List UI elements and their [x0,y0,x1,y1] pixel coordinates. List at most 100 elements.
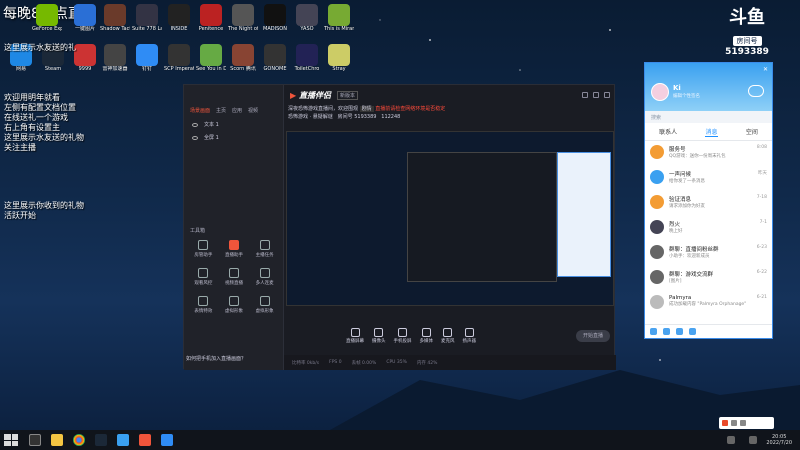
source-button[interactable]: 扬声器 [463,328,476,344]
stream-preview[interactable] [286,131,614,306]
menu-icon[interactable] [650,328,657,335]
scene-item[interactable]: 全屏 1 [184,131,283,144]
tab-scene[interactable]: 场景画面 [190,107,210,114]
source-button[interactable]: 麦克风 [441,328,455,344]
network-icon[interactable] [727,436,736,444]
tool-item[interactable]: 虚拟形象 [219,296,250,314]
volume-icon[interactable] [749,436,758,444]
app-icon [74,4,96,26]
status-bar: 比特率 0kb/s FPS 0 丢帧 0.00% CPU 35% 内存 42% [284,355,616,370]
tab-space[interactable]: 空间 [746,127,758,137]
desktop-icon[interactable]: ToiletChro [292,44,322,88]
avatar[interactable] [651,83,669,101]
list-item[interactable]: 一声问候 给你发了一条消息 昨天 [645,166,772,191]
desktop-icon[interactable]: GONOME [260,44,290,88]
list-item[interactable]: 群聊：直播间粉丝群 小助手：欢迎新成员 6-23 [645,241,772,266]
companion-icon[interactable] [139,434,151,446]
tool-item[interactable]: 视频直播 [219,268,250,286]
input-method-bar[interactable] [719,417,774,429]
app-icon [136,44,158,66]
app-icon [328,4,350,26]
search-input[interactable]: 搜索 [645,111,772,123]
help-link[interactable]: 如何把手机加入直播画面？ [186,355,246,362]
app-icon [104,44,126,66]
qq-signature[interactable]: 编辑个性签名 [673,93,700,99]
tool-label: 房管助手 [194,253,213,258]
file-icon[interactable] [676,328,683,335]
source-button[interactable]: 直播屏幕 [346,328,364,344]
app-icon[interactable] [161,434,173,446]
qq-icon[interactable] [117,434,129,446]
list-item[interactable]: 服务号 QQ游戏：送你一份周末礼包 8:08 [645,141,772,166]
tool-item[interactable]: 虚拟形象 [249,296,280,314]
tool-item[interactable]: 直播助手 [219,240,250,258]
tab-messages[interactable]: 消息 [705,127,718,137]
phone-cast-icon [398,328,407,337]
room-title[interactable]: 深夜恐怖游戏直播间，欢迎围观 [288,106,358,112]
tool-item[interactable]: 多人连麦 [249,268,280,286]
list-item[interactable]: 群聊：游戏交流群 [图片] 6-22 [645,266,772,291]
desktop-icon[interactable]: YASO [292,4,322,48]
source-button[interactable]: 手机投屏 [394,328,412,344]
scene-item[interactable]: 文本 1 [184,118,283,131]
screen-icon [350,328,360,337]
conversation-preview: QQ游戏：送你一份周末礼包 [669,154,726,159]
settings-icon[interactable] [740,420,746,426]
desktop-icon[interactable]: See You in Delcold [196,44,226,88]
eye-icon[interactable] [192,135,198,140]
room-tag[interactable]: 剧情 [359,106,374,112]
nested-companion-preview [407,152,557,282]
clock[interactable]: 20:05 2022/7/20 [766,434,792,446]
tab-apps[interactable]: 应用 [232,107,242,114]
maximize-icon[interactable] [593,92,599,98]
desktop-icon[interactable]: Penitence [196,4,226,48]
minimize-icon[interactable] [582,92,588,98]
tab-video[interactable]: 视频 [248,107,258,114]
chrome-icon[interactable] [73,434,85,446]
desktop-icon[interactable]: INSIDE [164,4,194,48]
desktop-icon[interactable]: Suite 778 Launcher [132,4,162,48]
close-icon[interactable] [604,92,610,98]
qq-tabs: 联系人 消息 空间 [645,123,772,141]
list-item[interactable]: Palmyra 成功加载内容 "Palmyra Orphanage" 6-21 [645,291,772,316]
tool-item[interactable]: 房管助手 [188,240,219,258]
weather-icon[interactable] [748,85,764,97]
desktop-icon[interactable]: This is Miranda [324,4,354,48]
source-button[interactable]: 摄像头 [372,328,386,344]
desktop-icon[interactable]: MADISON [260,4,290,48]
tool-icon [228,296,239,306]
desktop-icon[interactable]: 雷神加速器 [100,44,130,88]
tool-item[interactable]: 表情特效 [188,296,219,314]
desktop-icon-label: See You in Delcold [196,66,226,72]
app-icon [168,44,190,66]
keyboard-icon[interactable] [731,420,737,426]
tab-contacts[interactable]: 联系人 [659,127,677,137]
room-category[interactable]: 恐怖游戏 [288,114,308,120]
source-button[interactable]: 多媒体 [420,328,433,344]
version-badge[interactable]: 新版本 [336,90,358,100]
list-item[interactable]: 烈火 晚上好 7-1 [645,216,772,241]
desktop-icon[interactable]: Shadow Tactics [100,4,130,48]
room-category-2[interactable]: 悬疑解谜 [313,114,333,120]
desktop-icon[interactable]: Scorn 腾讯 [228,44,258,88]
steam-icon[interactable] [95,434,107,446]
file-explorer-icon[interactable] [51,434,63,446]
tool-item[interactable]: 主播任务 [249,240,280,258]
app-icon[interactable] [689,328,696,335]
tool-item[interactable]: 观看风控 [188,268,219,286]
list-item[interactable]: 验证消息 请求添加你为好友 7-18 [645,191,772,216]
eye-icon[interactable] [192,122,198,127]
contacts-icon[interactable] [663,328,670,335]
desktop-icon[interactable]: 钉钉 [132,44,162,88]
app-icon [200,4,222,26]
search-icon[interactable] [29,434,41,446]
desktop-icon[interactable]: Stray [324,44,354,88]
start-stream-button[interactable]: 开始直播 [576,330,610,342]
desktop-icon[interactable]: SCP Imperative [164,44,194,88]
desktop-icon[interactable]: The Night of the Sick [228,4,258,48]
network-warning: 直播前请检查网络环境是否稳定 [375,106,446,112]
close-icon[interactable]: ✕ [763,66,768,73]
tab-home[interactable]: 主页 [216,107,226,114]
windows-start-icon[interactable] [4,434,18,446]
conversation-preview: [图片] [669,279,682,284]
